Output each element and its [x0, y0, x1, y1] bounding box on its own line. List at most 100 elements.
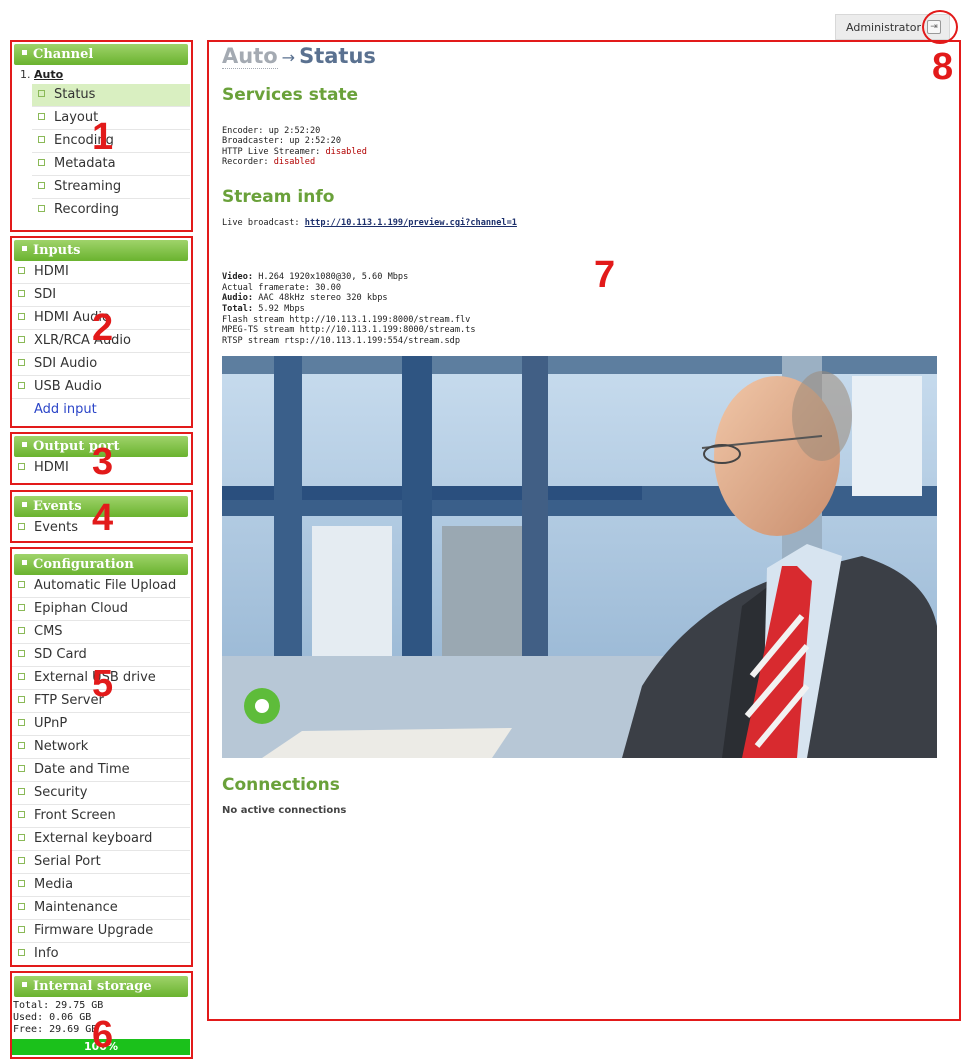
item-label: Date and Time: [34, 762, 130, 777]
config-item-media[interactable]: Media: [12, 874, 190, 897]
config-item-maintenance[interactable]: Maintenance: [12, 897, 190, 920]
square-bullet-icon: [22, 442, 27, 447]
storage-panel-header[interactable]: Internal storage: [14, 976, 188, 997]
video-value: H.264 1920x1080@30, 5.60 Mbps: [253, 272, 409, 283]
live-broadcast-link[interactable]: http://10.113.1.199/preview.cgi?channel=…: [305, 218, 517, 228]
config-item-ftp-server[interactable]: FTP Server: [12, 690, 190, 713]
output-item-hdmi[interactable]: HDMI: [12, 457, 190, 480]
item-label: Encoding: [54, 133, 114, 148]
square-bullet-icon: [22, 50, 27, 55]
bullet-icon: [18, 811, 25, 818]
config-item-upnp[interactable]: UPnP: [12, 713, 190, 736]
bullet-icon: [18, 581, 25, 588]
square-bullet-icon: [22, 560, 27, 565]
config-item-front-screen[interactable]: Front Screen: [12, 805, 190, 828]
config-item-serial-port[interactable]: Serial Port: [12, 851, 190, 874]
input-item-hdmi-audio[interactable]: HDMI Audio: [12, 307, 190, 330]
config-item-network[interactable]: Network: [12, 736, 190, 759]
bullet-icon: [18, 627, 25, 634]
bullet-icon: [18, 765, 25, 772]
item-label: External keyboard: [34, 831, 153, 846]
item-label: FTP Server: [34, 693, 104, 708]
callout-ring-8: [922, 10, 958, 44]
audio-value: AAC 48kHz stereo 320 kbps: [253, 293, 388, 304]
configuration-panel: Configuration Automatic File Upload Epip…: [12, 552, 190, 965]
channel-link[interactable]: Auto: [34, 68, 63, 81]
item-label: Media: [34, 877, 74, 892]
inputs-panel: Inputs HDMI SDI HDMI Audio XLR/RCA Audio…: [12, 238, 190, 426]
channel-item-recording[interactable]: Recording: [32, 199, 190, 222]
admin-user-label[interactable]: Administrator: [846, 21, 921, 34]
recorder-label: Recorder:: [222, 157, 274, 168]
events-item[interactable]: Events: [12, 517, 190, 540]
video-preview[interactable]: [222, 356, 937, 759]
bullet-icon: [18, 463, 25, 470]
square-bullet-icon: [22, 502, 27, 507]
config-item-info[interactable]: Info: [12, 943, 190, 966]
total-label: Total:: [222, 303, 254, 314]
channel-item-encoding[interactable]: Encoding: [32, 130, 190, 153]
config-item-cms[interactable]: CMS: [12, 621, 190, 644]
recorder-value: disabled: [273, 157, 316, 168]
item-label: SD Card: [34, 647, 87, 662]
broadcaster-label: Broadcaster:: [222, 136, 290, 147]
channel-panel: Channel 1. Auto Status Layout Encoding M…: [12, 42, 190, 230]
bullet-icon: [18, 523, 25, 530]
encoder-label: Encoder:: [222, 125, 269, 136]
panel-title: Channel: [33, 47, 94, 62]
output-port-panel-header[interactable]: Output port: [14, 436, 188, 457]
item-label: Network: [34, 739, 89, 754]
channel-panel-header[interactable]: Channel: [14, 44, 188, 65]
storage-free: Free: 29.69 GB: [13, 1024, 98, 1035]
hls-state: HTTP Live Streamer: disabled: [222, 147, 942, 158]
channel-index: 1.: [20, 68, 31, 81]
item-label: Automatic File Upload: [34, 578, 177, 593]
config-item-sd-card[interactable]: SD Card: [12, 644, 190, 667]
item-label: SDI Audio: [34, 356, 98, 371]
channel-item-streaming[interactable]: Streaming: [32, 176, 190, 199]
input-item-usb-audio[interactable]: USB Audio: [12, 376, 190, 399]
events-panel: Events Events: [12, 494, 190, 544]
input-item-sdi[interactable]: SDI: [12, 284, 190, 307]
bullet-icon: [18, 834, 25, 841]
channel-item-metadata[interactable]: Metadata: [32, 153, 190, 176]
bullet-icon: [38, 182, 45, 189]
rtsp-stream: RTSP stream rtsp://10.113.1.199:554/stre…: [222, 335, 460, 346]
bullet-icon: [18, 382, 25, 389]
item-label: HDMI Audio: [34, 310, 110, 325]
panel-title: Internal storage: [33, 979, 152, 994]
storage-progress-bar: 100%: [12, 1039, 190, 1055]
input-item-hdmi[interactable]: HDMI: [12, 261, 190, 284]
mpegts-stream: MPEG-TS stream http://10.113.1.199:8000/…: [222, 325, 476, 336]
bullet-icon: [18, 650, 25, 657]
bullet-icon: [18, 313, 25, 320]
config-item-security[interactable]: Security: [12, 782, 190, 805]
storage-panel: Internal storage Total: 29.75 GB Used: 0…: [12, 974, 190, 1061]
inputs-panel-header[interactable]: Inputs: [14, 240, 188, 261]
storage-progress-label: 100%: [84, 1040, 118, 1053]
stream-info-title: Stream info: [222, 186, 335, 207]
channel-item-status[interactable]: Status: [32, 84, 190, 107]
input-item-xlr-rca-audio[interactable]: XLR/RCA Audio: [12, 330, 190, 353]
total-value: 5.92 Mbps: [253, 303, 305, 314]
input-item-sdi-audio[interactable]: SDI Audio: [12, 353, 190, 376]
config-item-date-and-time[interactable]: Date and Time: [12, 759, 190, 782]
add-input-link[interactable]: Add input: [12, 399, 190, 422]
panel-title: Events: [33, 499, 82, 514]
storage-total: Total: 29.75 GB: [13, 1000, 104, 1011]
config-item-external-keyboard[interactable]: External keyboard: [12, 828, 190, 851]
add-input-label: Add input: [34, 402, 97, 417]
channel-item-layout[interactable]: Layout: [32, 107, 190, 130]
config-item-firmware-upgrade[interactable]: Firmware Upgrade: [12, 920, 190, 943]
configuration-panel-header[interactable]: Configuration: [14, 554, 188, 575]
config-item-automatic-file-upload[interactable]: Automatic File Upload: [12, 575, 190, 598]
config-item-epiphan-cloud[interactable]: Epiphan Cloud: [12, 598, 190, 621]
main-content: Auto → Status Services state Encoder: up 2…: [222, 42, 942, 816]
item-label: Front Screen: [34, 808, 116, 823]
config-item-external-usb-drive[interactable]: External USB drive: [12, 667, 190, 690]
breadcrumb-parent[interactable]: Auto: [222, 44, 278, 69]
flash-stream: Flash stream http://10.113.1.199:8000/st…: [222, 314, 471, 325]
item-label: Maintenance: [34, 900, 118, 915]
events-panel-header[interactable]: Events: [14, 496, 188, 517]
bullet-icon: [38, 159, 45, 166]
